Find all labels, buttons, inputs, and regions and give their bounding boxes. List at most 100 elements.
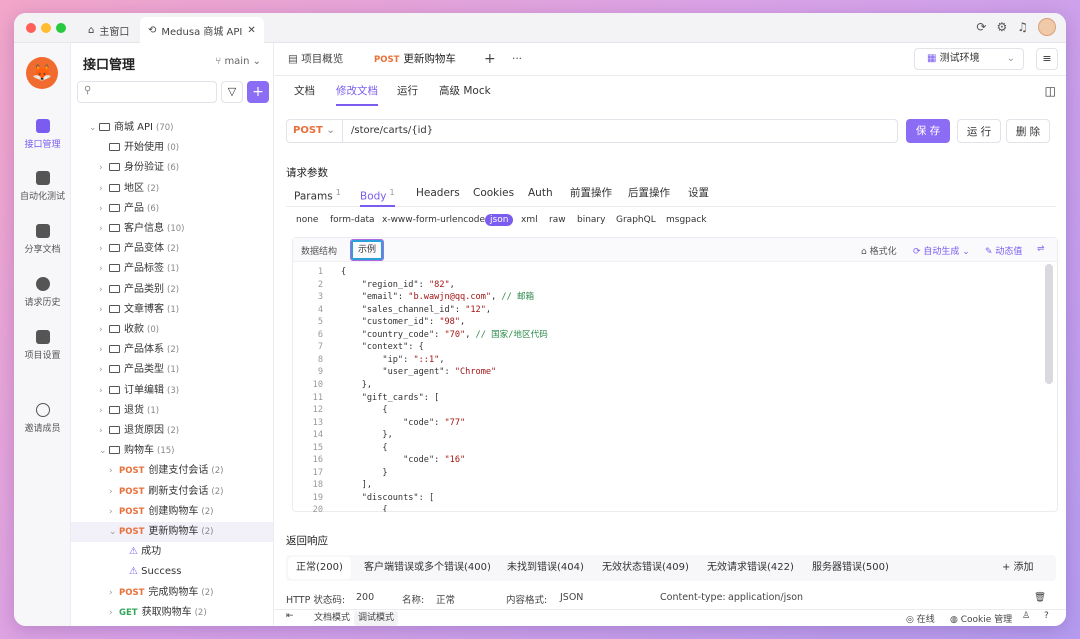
- body-type-json[interactable]: json: [485, 214, 514, 226]
- more-tabs-icon[interactable]: ···: [512, 43, 522, 76]
- folder-item[interactable]: › 退货 (1): [71, 401, 273, 421]
- tab-response-200[interactable]: 正常(200): [288, 557, 351, 579]
- folder-item[interactable]: › 产品变体 (2): [71, 239, 273, 259]
- folder-item[interactable]: › 产品标签 (1): [71, 259, 273, 279]
- new-tab-button[interactable]: +: [484, 43, 496, 76]
- endpoint-item[interactable]: › POST 创建支付会话 (2): [71, 461, 273, 481]
- code-line[interactable]: }: [341, 467, 387, 480]
- dynamic-value-button[interactable]: ✎ 动态值: [985, 244, 1022, 257]
- search-input[interactable]: ⚲: [77, 81, 217, 103]
- endpoint-item[interactable]: › POST 完成购物车 (2): [71, 583, 273, 603]
- tab-run[interactable]: 运行: [397, 76, 418, 106]
- tab-cookies[interactable]: Cookies: [473, 183, 514, 207]
- tab-headers[interactable]: Headers: [416, 183, 460, 207]
- rail-item-project-settings[interactable]: 项目设置: [14, 330, 71, 361]
- code-line[interactable]: "context": {: [341, 341, 424, 354]
- body-type-graphql[interactable]: GraphQL: [616, 215, 656, 225]
- chevron-icon[interactable]: ›: [99, 381, 109, 401]
- trash-icon[interactable]: 🗑: [1034, 592, 1046, 603]
- tab-advanced-mock[interactable]: 高级 Mock: [439, 76, 491, 106]
- delete-button[interactable]: 删 除: [1006, 119, 1050, 143]
- settings-sliders-icon[interactable]: ⇌: [1037, 244, 1045, 254]
- code-line[interactable]: "customer_id": "98",: [341, 316, 466, 329]
- auto-generate-button[interactable]: ⟳ 自动生成 ⌄: [913, 244, 970, 257]
- body-type-urlencoded[interactable]: x-www-form-urlencoded: [382, 215, 491, 225]
- body-type-raw[interactable]: raw: [549, 215, 566, 225]
- example-item[interactable]: ⚠ 成功: [71, 542, 273, 562]
- branch-selector[interactable]: ⑂ main ⌄: [215, 56, 261, 67]
- minimize-window-button[interactable]: [41, 23, 51, 33]
- example-item[interactable]: ⚠ Success: [71, 562, 273, 582]
- chevron-icon[interactable]: ›: [109, 482, 119, 502]
- tab-auth[interactable]: Auth: [528, 183, 553, 207]
- code-line[interactable]: {: [341, 404, 387, 417]
- code-line[interactable]: {: [341, 442, 387, 455]
- maximize-window-button[interactable]: [56, 23, 66, 33]
- run-button[interactable]: 运 行: [957, 119, 1001, 143]
- tab-response-500[interactable]: 服务器错误(500): [812, 555, 889, 581]
- tab-doc[interactable]: 文档: [294, 76, 315, 106]
- tab-response-404[interactable]: 未找到错误(404): [507, 555, 584, 581]
- endpoint-item[interactable]: › POST 刷新支付会话 (2): [71, 482, 273, 502]
- code-area[interactable]: 1 {2 "region_id": "82", 3 "email": "b.wawj…: [293, 262, 1043, 512]
- code-line[interactable]: "gift_cards": [: [341, 392, 440, 405]
- tab-response-409[interactable]: 无效状态错误(409): [602, 555, 689, 581]
- folder-item[interactable]: 开始使用 (0): [71, 138, 273, 158]
- body-type-form-data[interactable]: form-data: [330, 215, 375, 225]
- tab-update-cart[interactable]: POST 更新购物车: [374, 43, 456, 76]
- filter-button[interactable]: ▽: [221, 81, 243, 103]
- body-type-xml[interactable]: xml: [521, 215, 538, 225]
- close-window-button[interactable]: [26, 23, 36, 33]
- help-icon[interactable]: ?: [1044, 611, 1049, 621]
- chevron-icon[interactable]: ›: [109, 583, 119, 603]
- panel-layout-icon[interactable]: ◫: [1045, 84, 1056, 98]
- rail-item-api-management[interactable]: 接口管理: [14, 119, 71, 150]
- endpoint-item[interactable]: › POST 创建购物车 (2): [71, 502, 273, 522]
- body-type-binary[interactable]: binary: [577, 215, 605, 225]
- environment-select[interactable]: ▦ 测试环境 ⌄: [914, 48, 1024, 70]
- close-tab-icon[interactable]: ✕: [247, 25, 255, 36]
- bell-icon[interactable]: ♫: [1017, 20, 1028, 34]
- endpoint-item[interactable]: ⌄ POST 更新购物车 (2): [71, 522, 273, 542]
- chevron-icon[interactable]: ›: [99, 340, 109, 360]
- code-line[interactable]: {: [341, 266, 346, 279]
- avatar[interactable]: [1038, 18, 1056, 36]
- menu-icon[interactable]: ≡: [1036, 48, 1058, 70]
- chevron-icon[interactable]: ›: [99, 280, 109, 300]
- chevron-icon[interactable]: ›: [99, 259, 109, 279]
- tab-response-400[interactable]: 客户端错误或多个错误(400): [364, 555, 491, 581]
- online-status[interactable]: ◎ 在线: [906, 612, 935, 625]
- code-line[interactable]: },: [341, 429, 392, 442]
- method-select[interactable]: POST ⌄: [287, 120, 343, 142]
- debug-mode-button[interactable]: 调试模式: [354, 611, 399, 626]
- format-select[interactable]: JSON: [560, 592, 583, 603]
- chevron-icon[interactable]: ›: [99, 239, 109, 259]
- endpoint-item[interactable]: ›POST选择支付会话(2): [71, 623, 273, 626]
- gear-icon[interactable]: ⚙: [996, 20, 1007, 34]
- folder-item[interactable]: › 客户信息 (10): [71, 219, 273, 239]
- save-button[interactable]: 保 存: [906, 119, 950, 143]
- chevron-icon[interactable]: ›: [99, 320, 109, 340]
- collapse-sidebar-icon[interactable]: ⇤: [286, 611, 294, 621]
- chevron-icon[interactable]: ⌄: [89, 118, 99, 138]
- rail-item-automation[interactable]: 自动化测试: [14, 171, 71, 202]
- folder-item[interactable]: › 收款 (0): [71, 320, 273, 340]
- code-line[interactable]: "country_code": "70", // 国家/地区代码: [341, 329, 548, 342]
- rail-item-invite[interactable]: 邀请成员: [14, 403, 71, 434]
- editor-scrollbar[interactable]: [1045, 264, 1053, 384]
- tab-post-ops[interactable]: 后置操作: [628, 183, 670, 207]
- folder-item[interactable]: ⌄ 商城 API (70): [71, 118, 273, 138]
- project-tab[interactable]: ⟲ Medusa 商城 API ✕: [140, 17, 264, 43]
- tab-data-structure[interactable]: 数据结构: [301, 244, 337, 257]
- code-line[interactable]: },: [341, 379, 372, 392]
- folder-item[interactable]: › 产品类型 (1): [71, 360, 273, 380]
- chevron-icon[interactable]: ›: [99, 300, 109, 320]
- chevron-icon[interactable]: ⌄: [99, 441, 109, 461]
- rail-item-share-docs[interactable]: 分享文档: [14, 224, 71, 255]
- chevron-icon[interactable]: ›: [99, 421, 109, 441]
- chevron-icon[interactable]: ⌄: [109, 522, 119, 542]
- code-line[interactable]: "code": "16": [341, 454, 465, 467]
- chevron-icon[interactable]: ›: [99, 179, 109, 199]
- cookie-manager-button[interactable]: ◍ Cookie 管理: [950, 612, 1012, 625]
- add-button[interactable]: +: [247, 81, 269, 103]
